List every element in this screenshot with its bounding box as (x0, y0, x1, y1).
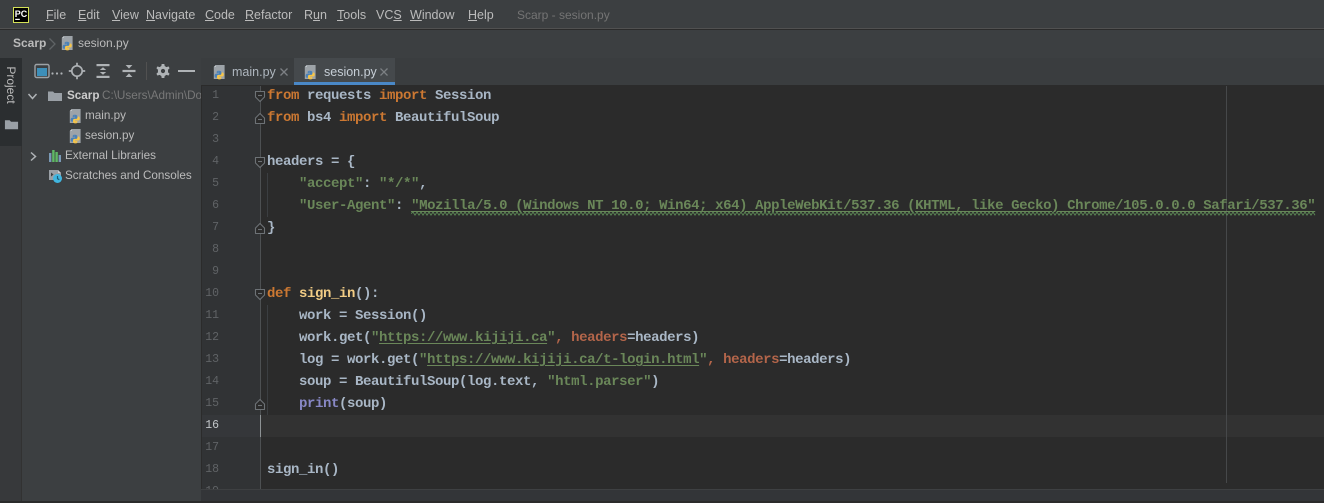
svg-text:PC: PC (15, 9, 28, 19)
